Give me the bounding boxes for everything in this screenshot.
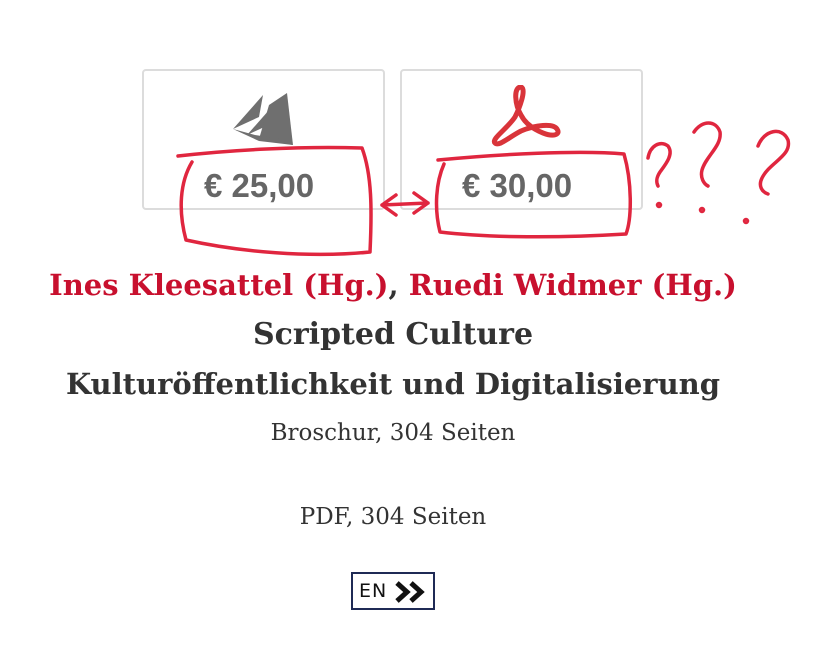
annotation-question-mark-2 — [692, 121, 722, 188]
book-authors: Ines Kleesattel (Hg.), Ruedi Widmer (Hg.… — [0, 268, 786, 302]
author-separator: , — [388, 268, 399, 302]
format-pdf-info: PDF, 304 Seiten — [299, 504, 487, 530]
language-switch-button[interactable]: EN — [351, 572, 435, 610]
annotation-question-mark-3 — [756, 129, 791, 196]
language-label: EN — [359, 580, 388, 602]
price-pdf: € 30,00 — [462, 167, 573, 204]
book-subtitle: Kulturöffentlichkeit und Digitalisierung — [65, 367, 721, 401]
annotation-question-mark-1 — [646, 141, 672, 188]
book-title: Scripted Culture — [252, 317, 534, 352]
double-chevron-right-icon — [395, 579, 429, 609]
pdf-icon — [402, 85, 641, 149]
format-print-info: Broschur, 304 Seiten — [270, 420, 516, 446]
print-price-option[interactable]: € 25,00 — [142, 69, 385, 210]
price-print: € 25,00 — [204, 167, 315, 204]
annotation-question-dot-3 — [742, 217, 750, 225]
author-link-kleesattel[interactable]: Ines Kleesattel (Hg.) — [49, 268, 388, 302]
author-link-widmer[interactable]: Ruedi Widmer (Hg.) — [409, 268, 737, 302]
book-icon — [144, 85, 383, 149]
pdf-price-option[interactable]: € 30,00 — [400, 69, 643, 210]
annotation-question-dot-2 — [698, 206, 706, 214]
annotation-question-dot-1 — [655, 201, 663, 209]
